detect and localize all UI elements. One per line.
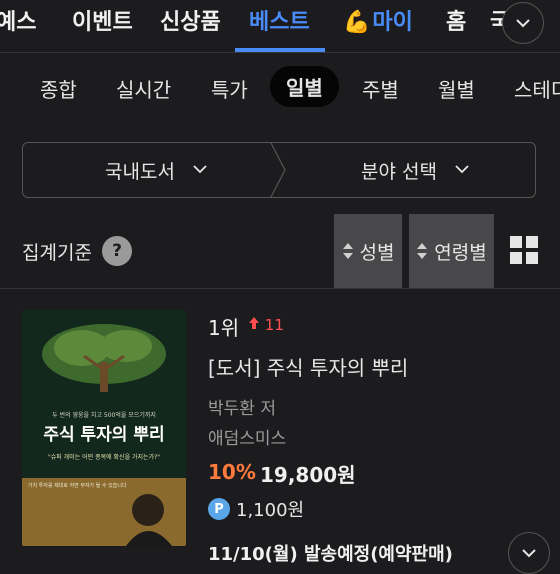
- tab-realtime[interactable]: 실시간: [116, 74, 171, 103]
- tab-special[interactable]: 특가: [211, 74, 248, 103]
- cover-title: 주식 투자의 뿌리: [43, 425, 165, 445]
- top-nav: 예스 이벤트 신상품 베스트 💪마이 홈 국: [0, 0, 560, 53]
- discount-rate: 10%: [208, 460, 256, 484]
- sort-gender-label: 성별: [359, 241, 395, 264]
- field-dropdown[interactable]: 분야 선택: [289, 143, 535, 197]
- nav-item-my[interactable]: 💪마이: [343, 4, 413, 36]
- grid-view-icon[interactable]: [510, 236, 538, 264]
- nav-item-yes[interactable]: 예스: [0, 4, 36, 36]
- category-selector: 국내도서 분야 선택: [22, 142, 536, 198]
- cover-lines: 가치 투자를 제대로 하면 부자가 될 수 있습니다: [28, 483, 127, 489]
- sort-age-label: 연령별: [434, 241, 487, 264]
- tab-weekly[interactable]: 주별: [362, 74, 399, 103]
- rank-label: 1위: [208, 316, 240, 340]
- cover-tagline: 두 번의 영웅을 치고 500억을 모으기까지: [52, 412, 156, 419]
- active-tab-indicator: [235, 48, 325, 52]
- book-title[interactable]: [도서] 주식 투자의 뿌리: [208, 352, 408, 381]
- nav-item-new[interactable]: 신상품: [160, 4, 221, 36]
- rank-change-value: 11: [264, 316, 284, 334]
- help-icon[interactable]: ?: [102, 236, 132, 266]
- nav-expand-button[interactable]: [502, 2, 544, 44]
- arrow-up-icon: [249, 317, 259, 329]
- nav-item-my-label: 마이: [372, 10, 413, 35]
- book-cover[interactable]: 두 번의 영웅을 치고 500억을 모으기까지 주식 투자의 뿌리 "슈퍼 개미…: [22, 310, 186, 546]
- chevron-down-icon: [193, 165, 207, 174]
- tab-monthly[interactable]: 월별: [438, 74, 475, 103]
- points-icon: P: [208, 498, 230, 520]
- muscle-icon: 💪: [343, 10, 371, 35]
- chevron-down-icon: [455, 165, 469, 174]
- aggregation-label: 집계기준: [22, 242, 92, 264]
- category-label: 국내도서: [105, 161, 175, 183]
- chevron-down-icon: [522, 549, 536, 558]
- tab-overall[interactable]: 종합: [40, 74, 77, 103]
- expand-details-button[interactable]: [508, 532, 550, 574]
- points-amount: 1,100원: [236, 500, 305, 521]
- field-label: 분야 선택: [361, 161, 437, 183]
- tab-daily[interactable]: 일별: [270, 66, 339, 107]
- sort-icon: [417, 243, 428, 259]
- tab-steady[interactable]: 스테디: [514, 74, 560, 103]
- cover-quote: "슈퍼 개미는 어떤 종목에 확신을 가지는가?": [47, 454, 161, 461]
- sort-age-button[interactable]: 연령별: [409, 214, 494, 288]
- sort-gender-button[interactable]: 성별: [334, 214, 402, 288]
- sort-icon: [342, 243, 353, 259]
- period-tabs: 종합 실시간 특가 일별 주별 월별 스테디: [0, 62, 560, 118]
- category-dropdown[interactable]: 국내도서: [23, 143, 273, 197]
- nav-item-event[interactable]: 이벤트: [72, 4, 133, 36]
- book-author[interactable]: 박두환 저: [208, 394, 276, 419]
- rank-change: 11: [248, 316, 284, 334]
- shipping-info: 11/10(월) 발송예정(예약판매): [208, 544, 453, 565]
- section-divider: [0, 288, 560, 289]
- sale-price: 19,800원: [260, 463, 356, 487]
- nav-item-best[interactable]: 베스트: [249, 4, 310, 36]
- chevron-down-icon: [516, 19, 530, 28]
- breadcrumb-separator-icon: [270, 143, 286, 197]
- nav-item-home[interactable]: 홈: [446, 4, 466, 36]
- book-publisher[interactable]: 애덤스미스: [208, 424, 286, 449]
